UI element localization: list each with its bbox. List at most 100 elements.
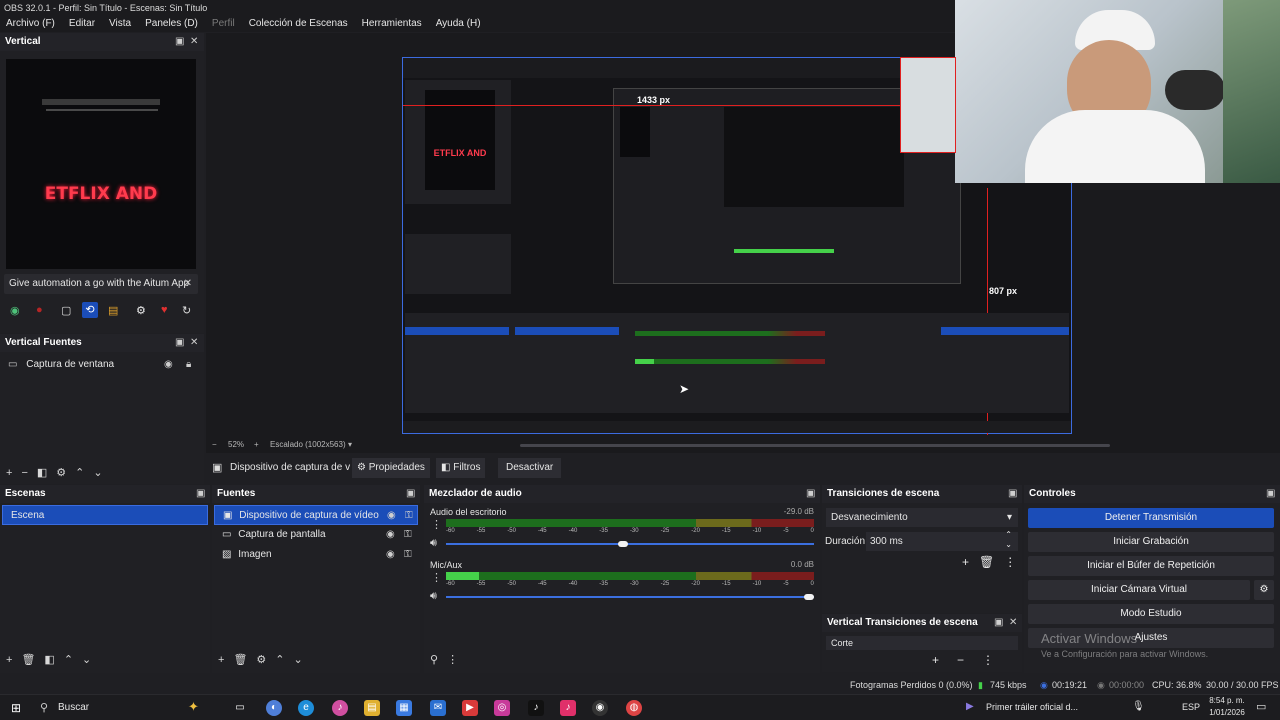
duration-input[interactable]: 300 ms ⌃ ⌄ bbox=[866, 530, 1018, 551]
add-icon[interactable]: + bbox=[218, 654, 224, 666]
kebab-menu-icon[interactable]: ⋮ bbox=[982, 653, 994, 667]
chrome-icon[interactable]: ◍ bbox=[626, 700, 642, 716]
aitum-banner[interactable]: Give automation a go with the Aitum App … bbox=[4, 274, 198, 294]
slider-knob[interactable] bbox=[617, 541, 628, 547]
deactivate-button[interactable]: Desactivar bbox=[498, 458, 562, 478]
folder-icon[interactable]: ▤ bbox=[108, 304, 118, 317]
task-view-icon[interactable]: ▭ bbox=[232, 700, 248, 716]
gear-icon[interactable]: ⚙ bbox=[56, 466, 66, 479]
properties-button[interactable]: ⚙ Propiedades bbox=[352, 458, 430, 478]
clock-date[interactable]: 1/01/2026 bbox=[1204, 708, 1250, 717]
menu-archivo[interactable]: Archivo (F) bbox=[6, 16, 55, 32]
volume-slider[interactable] bbox=[446, 541, 814, 547]
menu-vista[interactable]: Vista bbox=[109, 16, 131, 32]
heart-icon[interactable]: ♥ bbox=[161, 304, 168, 316]
taskbar-search[interactable]: Buscar bbox=[58, 702, 89, 713]
close-icon[interactable]: ✕ bbox=[1009, 614, 1017, 632]
up-icon[interactable]: ⌃ bbox=[75, 466, 84, 479]
music-icon[interactable]: ♪ bbox=[332, 700, 348, 716]
stop-stream-button[interactable]: Detener Transmisión bbox=[1028, 508, 1274, 528]
refresh-icon[interactable]: ↻ bbox=[182, 304, 191, 317]
up-icon[interactable]: ⌃ bbox=[64, 653, 73, 666]
float-icon[interactable]: ▣ bbox=[1266, 485, 1275, 503]
microphone-icon[interactable]: 🎙︎ bbox=[1132, 701, 1145, 712]
folder-icon[interactable]: ▤ bbox=[364, 700, 380, 716]
chevron-down-icon[interactable]: ▾ bbox=[348, 439, 352, 451]
volume-slider[interactable] bbox=[446, 594, 814, 600]
speaker-icon[interactable]: 🔊︎ bbox=[430, 537, 437, 550]
kebab-menu-icon[interactable]: ⋮ bbox=[431, 571, 442, 584]
eye-icon[interactable]: ◉ bbox=[386, 525, 395, 545]
menu-paneles[interactable]: Paneles (D) bbox=[145, 16, 198, 32]
search-icon[interactable]: ⚲ bbox=[40, 701, 48, 714]
up-icon[interactable]: ⌃ bbox=[275, 653, 284, 666]
virtual-camera-settings-gear-icon[interactable]: ⚙ bbox=[1254, 580, 1274, 600]
scene-item[interactable]: Escena bbox=[2, 505, 208, 525]
eye-icon[interactable]: ◉ bbox=[387, 506, 396, 526]
remove-icon[interactable]: − bbox=[957, 653, 964, 667]
float-icon[interactable]: ▣ bbox=[175, 334, 184, 352]
trash-icon[interactable]: 🗑︎ bbox=[979, 555, 994, 569]
list-item[interactable]: ▭ Captura de ventana ◉ 🔒︎ bbox=[0, 355, 204, 375]
zoom-out-icon[interactable]: − bbox=[212, 439, 217, 451]
language-indicator[interactable]: ESP bbox=[1182, 702, 1200, 712]
transition-select[interactable]: Desvanecimiento ▾ bbox=[826, 508, 1018, 527]
menu-perfil[interactable]: Perfil bbox=[212, 16, 235, 32]
remove-icon[interactable]: − bbox=[21, 467, 27, 479]
filters-button[interactable]: ◧ Filtros bbox=[436, 458, 486, 478]
video-icon[interactable]: ▶ bbox=[462, 700, 478, 716]
vertical-preview[interactable]: ETFLIX AND bbox=[6, 59, 196, 269]
lock-icon[interactable]: ⚿ bbox=[404, 545, 412, 565]
menu-herramientas[interactable]: Herramientas bbox=[362, 16, 422, 32]
clock-time[interactable]: 8:54 p. m. bbox=[1204, 696, 1250, 705]
capcut-icon[interactable]: ♪ bbox=[560, 700, 576, 716]
close-icon[interactable]: ✕ bbox=[184, 274, 192, 294]
replay-buffer-button[interactable]: Iniciar el Búfer de Repetición bbox=[1028, 556, 1274, 576]
edge-icon[interactable]: e bbox=[298, 700, 314, 716]
gear-icon[interactable]: ⚙ bbox=[136, 304, 146, 317]
studio-mode-button[interactable]: Modo Estudio bbox=[1028, 604, 1274, 624]
float-icon[interactable]: ▣ bbox=[175, 33, 184, 51]
store-icon[interactable]: ▦ bbox=[396, 700, 412, 716]
filter-icon[interactable]: ◧ bbox=[37, 466, 47, 479]
float-icon[interactable]: ▣ bbox=[806, 485, 815, 503]
obs-icon[interactable]: ◉ bbox=[592, 700, 608, 716]
close-icon[interactable]: ✕ bbox=[190, 33, 198, 51]
zoom-in-icon[interactable]: + bbox=[254, 439, 259, 451]
replay-icon[interactable]: ▢ bbox=[61, 304, 71, 317]
horizontal-scrollbar[interactable] bbox=[520, 444, 1110, 447]
windows-start-icon[interactable]: ⊞ bbox=[8, 700, 24, 716]
kebab-menu-icon[interactable]: ⋮ bbox=[1004, 555, 1016, 569]
kebab-menu-icon[interactable]: ⋮ bbox=[447, 653, 458, 666]
trash-icon[interactable]: 🗑︎ bbox=[233, 653, 247, 666]
stream-icon[interactable]: ◉ bbox=[10, 304, 20, 317]
filter-icon[interactable]: ◧ bbox=[44, 653, 54, 666]
kebab-menu-icon[interactable]: ⋮ bbox=[431, 518, 442, 531]
close-icon[interactable]: ✕ bbox=[190, 334, 198, 352]
menu-coleccion[interactable]: Colección de Escenas bbox=[249, 16, 348, 32]
float-icon[interactable]: ▣ bbox=[196, 485, 205, 503]
sparkle-icon[interactable]: ✦ bbox=[188, 699, 199, 715]
lock-icon[interactable]: ⚿ bbox=[405, 506, 413, 526]
slider-knob[interactable] bbox=[804, 594, 814, 600]
eye-icon[interactable]: ◉ bbox=[164, 355, 173, 375]
down-icon[interactable]: ⌄ bbox=[93, 466, 102, 479]
lock-icon[interactable]: ⚿ bbox=[404, 525, 412, 545]
speaker-icon[interactable]: 🔊︎ bbox=[430, 590, 437, 603]
copilot-icon[interactable]: ◐ bbox=[266, 700, 282, 716]
float-icon[interactable]: ▣ bbox=[406, 485, 415, 503]
source-item[interactable]: ▣ Dispositivo de captura de vídeo ◉ ⚿ bbox=[214, 505, 418, 525]
add-icon[interactable]: + bbox=[6, 467, 12, 479]
mail-icon[interactable]: ✉ bbox=[430, 700, 446, 716]
menu-editar[interactable]: Editar bbox=[69, 16, 95, 32]
start-recording-button[interactable]: Iniciar Grabación bbox=[1028, 532, 1274, 552]
float-icon[interactable]: ▣ bbox=[994, 614, 1003, 632]
link-icon[interactable]: ⚲ bbox=[430, 653, 438, 666]
tiktok-icon[interactable]: ♪ bbox=[528, 700, 544, 716]
down-icon[interactable]: ⌄ bbox=[294, 653, 303, 666]
source-item[interactable]: ▨ Imagen ◉ ⚿ bbox=[214, 545, 418, 565]
add-icon[interactable]: + bbox=[932, 653, 939, 667]
virtual-camera-button[interactable]: Iniciar Cámara Virtual bbox=[1028, 580, 1250, 600]
trash-icon[interactable]: 🗑︎ bbox=[21, 653, 35, 666]
down-icon[interactable]: ⌄ bbox=[82, 653, 91, 666]
